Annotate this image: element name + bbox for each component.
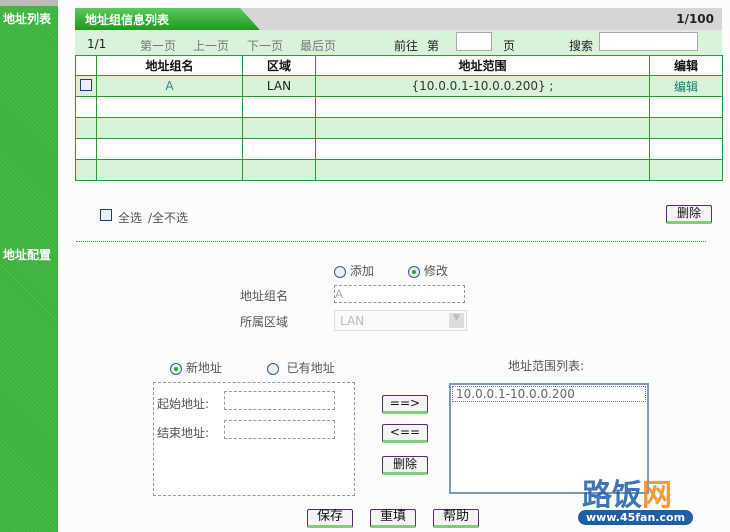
chevron-down-icon: ▼ bbox=[449, 313, 464, 328]
start-address-label: 起始地址: bbox=[157, 397, 210, 411]
first-page-link[interactable]: 第一页 bbox=[140, 37, 176, 54]
end-address-input[interactable] bbox=[224, 420, 335, 439]
search-input[interactable] bbox=[599, 32, 698, 51]
divider bbox=[76, 241, 706, 242]
select-none-label[interactable]: /全不选 bbox=[148, 209, 188, 226]
range-list-label: 地址范围列表: bbox=[508, 359, 585, 373]
list-title: 地址组信息列表 bbox=[75, 8, 260, 30]
page-input[interactable] bbox=[456, 32, 492, 51]
row-range: {10.0.0.1-10.0.0.200} ; bbox=[315, 75, 650, 97]
row-checkbox[interactable] bbox=[80, 78, 92, 91]
page-suffix: 页 bbox=[503, 39, 516, 53]
sidebar-item-address-config[interactable]: 地址配置 bbox=[3, 246, 51, 263]
group-name-input[interactable] bbox=[334, 285, 465, 303]
new-address-radio[interactable] bbox=[170, 362, 182, 375]
col-edit: 编辑 bbox=[649, 55, 723, 76]
table-header: 地址组名 区域 地址范围 编辑 bbox=[75, 55, 723, 76]
zone-value: LAN bbox=[340, 314, 365, 328]
delete-selected-button[interactable]: 删除 bbox=[666, 205, 712, 224]
table-row bbox=[75, 138, 723, 160]
table-row bbox=[75, 96, 723, 118]
existing-address-label: 已有地址 bbox=[286, 361, 335, 375]
mode-add-label: 添加 bbox=[349, 264, 374, 278]
search-label: 搜索 bbox=[569, 39, 594, 53]
prev-page-link[interactable]: 上一页 bbox=[193, 37, 229, 54]
existing-address-radio[interactable] bbox=[267, 362, 279, 375]
table-row: A LAN {10.0.0.1-10.0.0.200} ; 编辑 bbox=[75, 75, 723, 97]
delete-range-button[interactable]: 删除 bbox=[382, 456, 428, 475]
goto-label: 前往 bbox=[394, 39, 419, 53]
page-count: 1/100 bbox=[676, 12, 714, 26]
col-zone: 区域 bbox=[242, 55, 316, 76]
row-name: A bbox=[96, 75, 243, 97]
mode-edit-radio[interactable] bbox=[408, 265, 420, 278]
zone-select[interactable]: LAN ▼ bbox=[334, 310, 467, 331]
new-address-label: 新地址 bbox=[185, 361, 222, 375]
zone-label: 所属区域 bbox=[240, 315, 289, 329]
end-address-label: 结束地址: bbox=[157, 426, 210, 440]
col-name: 地址组名 bbox=[96, 55, 243, 76]
next-page-link[interactable]: 下一页 bbox=[247, 37, 283, 54]
sidebar-top-bar bbox=[0, 0, 58, 6]
page-prefix: 第 bbox=[427, 39, 440, 53]
table-row bbox=[75, 117, 723, 139]
select-all-checkbox[interactable] bbox=[100, 209, 112, 221]
table-row bbox=[75, 159, 723, 181]
remove-range-button[interactable]: <== bbox=[382, 424, 428, 443]
row-edit-link[interactable]: 编辑 bbox=[649, 75, 723, 97]
last-page-link[interactable]: 最后页 bbox=[300, 37, 336, 54]
address-group-table: 地址组名 区域 地址范围 编辑 A LAN {10.0.0.1-10.0.0.2… bbox=[75, 55, 723, 181]
col-range: 地址范围 bbox=[315, 55, 650, 76]
pager: 1/1 第一页 上一页 下一页 最后页 前往 第 页 搜索 bbox=[75, 30, 722, 55]
save-button[interactable]: 保存 bbox=[307, 509, 353, 528]
start-address-input[interactable] bbox=[224, 391, 335, 410]
watermark-logo: 路饭网 bbox=[582, 478, 672, 513]
reset-button[interactable]: 重填 bbox=[370, 509, 416, 528]
row-zone: LAN bbox=[242, 75, 316, 97]
mode-add-radio[interactable] bbox=[334, 265, 346, 278]
sidebar-item-address-list[interactable]: 地址列表 bbox=[3, 10, 51, 27]
add-range-button[interactable]: ==> bbox=[382, 395, 428, 414]
sidebar bbox=[0, 0, 58, 532]
help-button[interactable]: 帮助 bbox=[433, 509, 479, 528]
mode-edit-label: 修改 bbox=[423, 264, 448, 278]
group-name-label: 地址组名 bbox=[240, 289, 289, 303]
watermark-url: www.45fan.com bbox=[578, 510, 694, 525]
range-list-item[interactable]: 10.0.0.1-10.0.0.200 bbox=[452, 386, 646, 402]
select-all-label[interactable]: 全选 bbox=[118, 209, 142, 226]
current-page: 1/1 bbox=[87, 37, 107, 51]
